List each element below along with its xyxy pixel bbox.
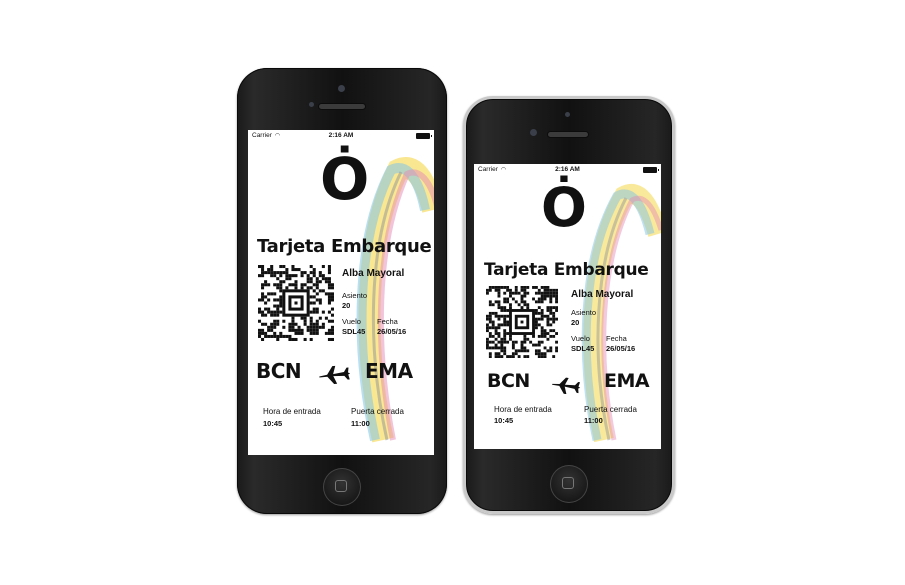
destination-code: EMA <box>365 359 413 383</box>
airplane-icon <box>319 365 351 384</box>
airplane-icon <box>552 377 581 394</box>
origin-code: BCN <box>256 359 302 383</box>
seat-label: Asiento <box>571 308 597 317</box>
date-label: Fecha <box>377 317 398 326</box>
home-button[interactable] <box>323 468 361 506</box>
clock: 2:16 AM <box>328 132 354 139</box>
pass-title: Tarjeta Embarque <box>257 236 432 257</box>
seat-value: 20 <box>342 301 351 310</box>
passenger-name: Alba Mayoral <box>571 289 634 300</box>
status-bar: Carrier ◠ 2:16 AM <box>474 164 661 176</box>
iphone-4-device: Carrier ◠ 2:16 AM Ȯ Tarjeta Embarque Alba… <box>463 96 675 514</box>
status-bar: Carrier ◠ 2:16 AM <box>248 130 434 142</box>
boarding-time-value: 10:45 <box>494 416 514 425</box>
proximity-sensor <box>530 129 537 136</box>
boarding-time-label: Hora de entrada <box>263 407 321 416</box>
front-camera <box>338 85 345 92</box>
gate-close-label: Puerta cerrada <box>351 407 404 416</box>
date-label: Fecha <box>606 334 627 343</box>
date-value: 26/05/16 <box>606 344 636 353</box>
gate-close-value: 11:00 <box>584 416 603 425</box>
battery-icon <box>643 167 659 173</box>
proximity-sensor <box>309 102 314 107</box>
pass-title: Tarjeta Embarque <box>484 260 649 280</box>
qr-code-icon <box>486 286 558 358</box>
origin-code: BCN <box>487 370 530 392</box>
flight-value: SDL45 <box>342 327 366 336</box>
gate-close-label: Puerta cerrada <box>584 405 637 414</box>
airline-logo: Ȯ <box>541 176 587 239</box>
qr-code-icon <box>258 265 334 341</box>
seat-value: 20 <box>571 318 580 327</box>
flight-label: Vuelo <box>571 334 590 343</box>
flight-value: SDL45 <box>571 344 595 353</box>
battery-icon <box>416 133 432 139</box>
airline-logo: Ȯ <box>320 145 370 213</box>
gate-close-value: 11:00 <box>351 419 370 428</box>
front-camera <box>565 112 570 117</box>
flight-label: Vuelo <box>342 317 361 326</box>
home-button[interactable] <box>550 465 588 503</box>
destination-code: EMA <box>604 370 650 392</box>
earpiece-speaker <box>548 132 588 137</box>
earpiece-speaker <box>319 104 365 109</box>
clock: 2:16 AM <box>555 166 580 173</box>
screen: Carrier ◠ 2:16 AM Ȯ Tarjeta Embarque Alba… <box>474 164 661 449</box>
iphone-5-device: Carrier ◠ 2:16 AM Ȯ Tarjeta Embarque Alba… <box>237 68 447 514</box>
boarding-time-label: Hora de entrada <box>494 405 552 414</box>
passenger-name: Alba Mayoral <box>342 268 405 279</box>
seat-label: Asiento <box>342 291 368 300</box>
date-value: 26/05/16 <box>377 327 407 336</box>
boarding-time-value: 10:45 <box>263 419 283 428</box>
screen: Carrier ◠ 2:16 AM Ȯ Tarjeta Embarque Alba… <box>248 130 434 455</box>
